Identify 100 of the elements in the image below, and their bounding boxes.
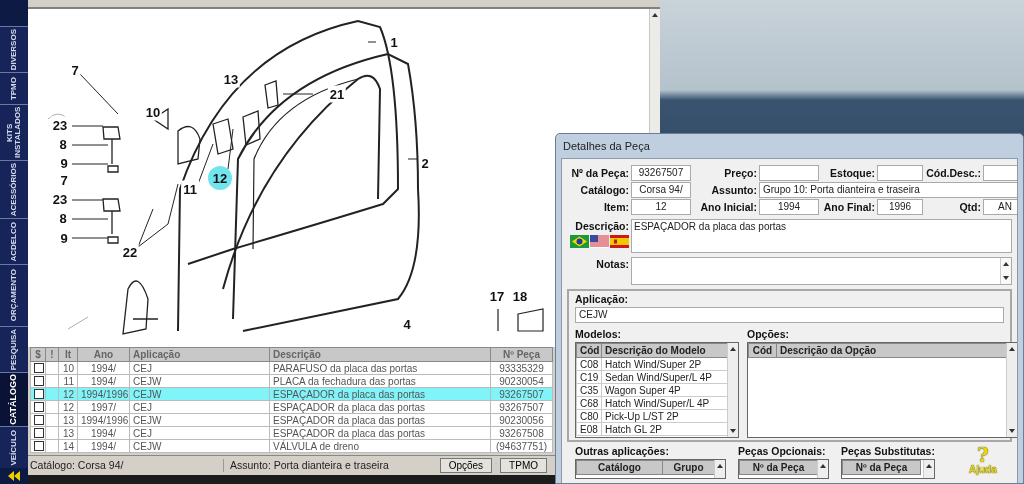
table-row[interactable]: C35 Wagon Super 4P xyxy=(576,383,728,397)
input-field[interactable] xyxy=(759,165,819,181)
table-row[interactable]: 14 1994/ CEJW VÁLVULA de dreno (94637751) xyxy=(30,439,553,453)
table-row[interactable]: 12 1997/ CEJ ESPAÇADOR da placa das portas 93267507 xyxy=(30,400,553,414)
column-header[interactable]: Descrição da Opção xyxy=(776,343,1007,358)
flag-icon[interactable] xyxy=(610,235,629,248)
scrollbar[interactable] xyxy=(922,460,934,478)
checkbox[interactable] xyxy=(34,389,44,399)
status-text: Catálogo: Corsa 94/ xyxy=(28,459,224,472)
table-row[interactable]: 10 1994/ CEJ PARAFUSO da placa das portas 93335329 xyxy=(30,361,553,375)
field-label: Notas: xyxy=(595,257,629,272)
callout-number[interactable]: 12 xyxy=(208,166,232,190)
side-tab[interactable]: KITS INSTALADOS xyxy=(0,104,28,160)
scroll-up-icon[interactable] xyxy=(819,463,827,469)
table-row[interactable]: E08 Hatch GL 2P xyxy=(576,422,728,436)
side-tab[interactable]: CATÁLOGO xyxy=(0,372,28,426)
scroll-down-icon[interactable] xyxy=(1008,428,1016,434)
input-field[interactable]: 93267507 xyxy=(631,165,691,181)
table-row[interactable]: C80 Pick-Up L/ST 2P xyxy=(576,409,728,423)
callout-number[interactable]: 4 xyxy=(401,315,413,333)
checkbox[interactable] xyxy=(34,441,44,451)
table-cell: 1994/ xyxy=(77,426,130,440)
field-label: Estoque: xyxy=(829,166,875,180)
collapse-arrows-icon[interactable] xyxy=(7,471,21,481)
side-tab[interactable]: ACESSÓRIOS xyxy=(0,160,28,218)
column-header[interactable]: Descrição do Modelo xyxy=(601,343,728,358)
table-cell: 90230056 xyxy=(490,413,553,427)
table-cell: ESPAÇADOR da placa das portas xyxy=(269,413,491,427)
table-cell: 93267507 xyxy=(490,400,553,414)
input-field[interactable]: Corsa 94/ xyxy=(631,182,691,198)
status-button[interactable]: TPMO xyxy=(500,458,547,473)
input-field[interactable]: 1996 xyxy=(877,199,923,215)
scrollbar[interactable] xyxy=(817,460,828,478)
input-field[interactable]: CEJW xyxy=(575,307,1004,323)
side-tab[interactable]: ORÇAMENTO xyxy=(0,264,28,326)
table-cell: CEJ xyxy=(129,361,270,375)
side-tab[interactable]: DIVERSOS xyxy=(0,26,28,72)
table-cell: C35 xyxy=(576,383,602,397)
flag-icon[interactable] xyxy=(570,235,589,248)
scrollbar[interactable] xyxy=(1006,343,1017,437)
field-label: Qtd: xyxy=(958,200,981,214)
column-header[interactable]: Nº da Peça xyxy=(739,460,818,475)
table-cell: PARAFUSO da placa das portas xyxy=(269,361,491,375)
scroll-up-icon[interactable] xyxy=(729,346,737,352)
scroll-down-icon[interactable] xyxy=(729,428,737,434)
scroll-up-icon[interactable] xyxy=(1008,346,1016,352)
scroll-up-icon[interactable] xyxy=(716,463,724,469)
checkbox[interactable] xyxy=(34,428,44,438)
table-row[interactable]: 11 1994/ CEJW PLACA da fechadura das portas 90230054 xyxy=(30,374,553,388)
table-row[interactable]: 13 1994/1996 CEJW ESPAÇADOR da placa das portas 90230056 xyxy=(30,413,553,427)
scroll-up-icon[interactable] xyxy=(651,12,659,18)
scrollbar[interactable] xyxy=(714,460,725,478)
checkbox[interactable] xyxy=(34,363,44,373)
scroll-down-icon[interactable] xyxy=(1002,275,1010,281)
table-cell: ESPAÇADOR da placa das portas xyxy=(269,387,491,401)
flag-icon[interactable] xyxy=(590,235,609,248)
table-cell: E08 xyxy=(576,422,602,436)
input-field[interactable]: AN xyxy=(983,199,1017,215)
column-header[interactable]: Grupo xyxy=(662,460,715,475)
column-header[interactable]: $ xyxy=(30,347,46,362)
column-header[interactable]: Cód xyxy=(576,343,602,358)
text-area[interactable]: ESPAÇADOR da placa das portas xyxy=(631,219,1012,253)
scrollbar[interactable] xyxy=(727,343,738,437)
checkbox[interactable] xyxy=(34,376,44,386)
column-header[interactable]: Catálogo xyxy=(576,460,663,475)
table-row[interactable]: C19 Sedan Wind/Super/L 4P xyxy=(576,370,728,384)
table-row[interactable]: 13 1994/ CEJ ESPAÇADOR da placa das portas 93267508 xyxy=(30,426,553,440)
scroll-up-icon[interactable] xyxy=(924,463,933,469)
column-header[interactable]: Cód xyxy=(748,343,777,358)
input-field[interactable]: Grupo 10: Porta dianteira e traseira xyxy=(759,182,1017,198)
column-header[interactable]: Descrição xyxy=(269,347,491,362)
column-header[interactable]: Nº Peça xyxy=(490,347,553,362)
table-cell: PLACA da fechadura das portas xyxy=(269,374,491,388)
column-header[interactable]: Nº da Peça xyxy=(842,460,921,475)
table-cell: 1997/ xyxy=(77,400,130,414)
checkbox[interactable] xyxy=(34,402,44,412)
side-tab[interactable]: VEÍCULO xyxy=(0,426,28,468)
table-row[interactable]: C68 Hatch Wind/Super/L 4P xyxy=(576,396,728,410)
callout-number[interactable]: 21 xyxy=(327,85,347,103)
table-cell: 13 xyxy=(58,413,78,427)
status-button[interactable]: Opções xyxy=(439,458,493,473)
side-tab[interactable]: PESQUISA xyxy=(0,326,28,372)
table-cell: 90230054 xyxy=(490,374,553,388)
input-field[interactable] xyxy=(983,165,1017,181)
field-label: Catálogo: xyxy=(579,183,629,197)
side-tab[interactable]: TPMO xyxy=(0,72,28,104)
side-tab[interactable]: ACDELCO xyxy=(0,218,28,264)
scroll-up-icon[interactable] xyxy=(1002,261,1010,267)
input-field[interactable] xyxy=(877,165,923,181)
checkbox[interactable] xyxy=(34,415,44,425)
table-row[interactable]: C08 Hatch Wind/Super 2P xyxy=(576,357,728,371)
field-label: Item: xyxy=(602,200,629,214)
field-label: Aplicação: xyxy=(575,293,630,306)
table-cell: C80 xyxy=(576,409,602,423)
input-field[interactable]: 1994 xyxy=(759,199,819,215)
table-cell: 1994/1996 xyxy=(77,387,130,401)
column-header[interactable]: Ano xyxy=(77,347,130,362)
input-field[interactable]: 12 xyxy=(631,199,691,215)
table-cell: 10 xyxy=(58,361,78,375)
scrollbar[interactable] xyxy=(1000,258,1011,284)
